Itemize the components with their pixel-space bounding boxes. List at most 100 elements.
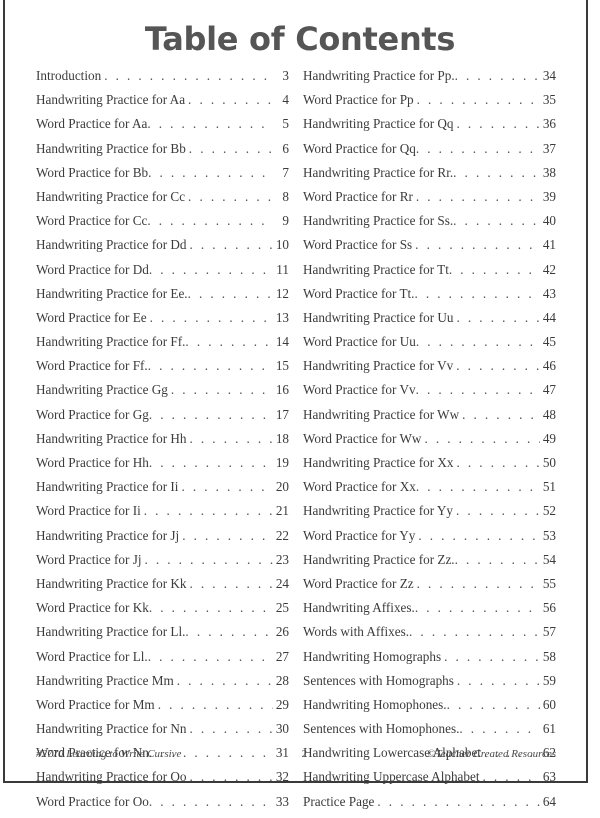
toc-entry[interactable]: Word Practice for Xx. . . . . . . . . . … (303, 479, 556, 503)
toc-entry-page-number: 26 (275, 624, 289, 640)
toc-entry[interactable]: Word Practice for Rr. . . . . . . . . . … (303, 189, 556, 213)
toc-entry-dot-leader: . . . . . . . . . . . . . . (446, 696, 540, 712)
toc-entry-page-number: 56 (542, 600, 556, 616)
toc-entry-title: Words with Affixes. (303, 624, 410, 640)
toc-entry-dot-leader: . . . . . . . . . . . . . . . . . . . . (147, 116, 273, 132)
toc-entry[interactable]: Word Practice for Ww. . . . . . . . . . … (303, 431, 556, 455)
toc-entry[interactable]: Handwriting Homographs. . . . . . . . . … (303, 649, 556, 673)
toc-entry-title: Handwriting Uppercase Alphabet (303, 769, 480, 785)
toc-entry[interactable]: Words with Affixes.. . . . . . . . . . .… (303, 624, 556, 648)
toc-entry[interactable]: Handwriting Practice for Nn. . . . . . .… (36, 721, 289, 745)
toc-entry[interactable]: Word Practice for Hh. . . . . . . . . . … (36, 455, 289, 479)
toc-entry-dot-leader: . . . . . . . . . . . . . (189, 769, 273, 785)
toc-entry[interactable]: Handwriting Practice for Rr.. . . . . . … (303, 165, 556, 189)
toc-entry[interactable]: Handwriting Affixes.. . . . . . . . . . … (303, 600, 556, 624)
toc-entry-title: Word Practice for Dd (36, 261, 149, 277)
toc-entry-page-number: 48 (542, 406, 556, 422)
toc-entry[interactable]: Handwriting Practice for Cc. . . . . . .… (36, 189, 289, 213)
toc-entry-dot-leader: . . . . . . . . . . . . . . . (181, 479, 273, 495)
toc-entry[interactable]: Handwriting Practice for Ii. . . . . . .… (36, 479, 289, 503)
toc-entry[interactable]: Sentences with Homophones.. . . . . . . … (303, 721, 556, 745)
toc-entry[interactable]: Word Practice for Pp. . . . . . . . . . … (303, 92, 556, 116)
toc-entry[interactable]: Word Practice for Yy. . . . . . . . . . … (303, 528, 556, 552)
toc-entry[interactable]: Handwriting Practice for Uu. . . . . . .… (303, 310, 556, 334)
toc-entry[interactable]: Handwriting Practice for Dd. . . . . . .… (36, 237, 289, 261)
toc-entry[interactable]: Handwriting Practice Gg. . . . . . . . .… (36, 382, 289, 406)
toc-entry[interactable]: Word Practice for Bb. . . . . . . . . . … (36, 165, 289, 189)
toc-entry[interactable]: Handwriting Practice for Tt. . . . . . .… (303, 262, 556, 286)
toc-entry[interactable]: Handwriting Homophones.. . . . . . . . .… (303, 697, 556, 721)
toc-entry[interactable]: Word Practice for Gg. . . . . . . . . . … (36, 407, 289, 431)
toc-entry[interactable]: Handwriting Practice for Bb. . . . . . .… (36, 141, 289, 165)
toc-entry[interactable]: Handwriting Uppercase Alphabet. . . . . … (303, 769, 556, 793)
toc-entry[interactable]: Word Practice for Vv. . . . . . . . . . … (303, 382, 556, 406)
toc-entry[interactable]: Word Practice for Uu. . . . . . . . . . … (303, 334, 556, 358)
toc-entry-page-number: 44 (542, 309, 556, 325)
toc-entry[interactable]: Word Practice for Jj. . . . . . . . . . … (36, 552, 289, 576)
toc-entry-title: Handwriting Practice for Aa (36, 92, 186, 108)
toc-entry[interactable]: Sentences with Homographs. . . . . . . .… (303, 673, 556, 697)
toc-entry[interactable]: Handwriting Practice for Jj. . . . . . .… (36, 528, 289, 552)
toc-entry-dot-leader: . . . . . . . . . . . . (462, 406, 540, 422)
toc-entry[interactable]: Word Practice for Ll.. . . . . . . . . .… (36, 649, 289, 673)
toc-entry[interactable]: Handwriting Practice for Aa. . . . . . .… (36, 92, 289, 116)
page-canvas: Table of Contents Introduction. . . . . … (0, 0, 600, 809)
toc-entry-page-number: 52 (542, 503, 556, 519)
toc-entry-title: Sentences with Homophones. (303, 721, 460, 737)
toc-entry-dot-leader: . . . . . . . . . . . . . . . . . . (424, 430, 540, 446)
toc-entry[interactable]: Word Practice for Ee. . . . . . . . . . … (36, 310, 289, 334)
toc-entry-dot-leader: . . . . . . . . . . . . . . (454, 68, 540, 83)
toc-entry[interactable]: Handwriting Practice for Qq. . . . . . .… (303, 116, 556, 140)
toc-entry-title: Handwriting Practice for Dd (36, 237, 187, 253)
toc-entry-page-number: 53 (542, 527, 556, 543)
toc-entry-page-number: 60 (542, 696, 556, 712)
toc-entry-page-number: 58 (542, 648, 556, 664)
toc-entry[interactable]: Word Practice for Ff.. . . . . . . . . .… (36, 358, 289, 382)
toc-entry[interactable]: Handwriting Practice for Hh. . . . . . .… (36, 431, 289, 455)
toc-entry[interactable]: Handwriting Practice for Ll.. . . . . . … (36, 624, 289, 648)
toc-entry[interactable]: Handwriting Practice for Kk. . . . . . .… (36, 576, 289, 600)
toc-entry[interactable]: Handwriting Practice for Pp.. . . . . . … (303, 68, 556, 92)
toc-entry-dot-leader: . . . . . . . . . . . . (459, 721, 540, 737)
toc-entry[interactable]: Word Practice for Ii. . . . . . . . . . … (36, 503, 289, 527)
toc-entry-page-number: 59 (542, 672, 556, 688)
toc-entry[interactable]: Handwriting Practice for Ss.. . . . . . … (303, 213, 556, 237)
toc-entry[interactable]: Handwriting Practice Mm. . . . . . . . .… (36, 673, 289, 697)
toc-entry-title: Word Practice for Vv (303, 382, 416, 398)
toc-entry-title: Handwriting Practice for Oo (36, 769, 187, 785)
toc-entry-dot-leader: . . . . . . . . . . . . . . (188, 140, 273, 156)
toc-entry[interactable]: Word Practice for Tt.. . . . . . . . . .… (303, 286, 556, 310)
footer-book-reference: #2770 Learning to Write Cursive (36, 748, 182, 760)
toc-entry[interactable]: Introduction. . . . . . . . . . . . . . … (36, 68, 289, 92)
toc-entry-dot-leader: . . . . . . . . . . . . . . . . . . . (147, 648, 273, 664)
toc-entry-dot-leader: . . . . . . . . . . . . . . (182, 527, 273, 543)
toc-entry[interactable]: Word Practice for Qq. . . . . . . . . . … (303, 141, 556, 165)
toc-entry[interactable]: Handwriting Practice for Ff.. . . . . . … (36, 334, 289, 358)
toc-entry-page-number: 35 (542, 92, 556, 108)
page-border-right (586, 0, 588, 783)
toc-entry-dot-leader: . . . . . . . . . . . . . . . . . . . (415, 140, 540, 156)
toc-entry-dot-leader: . . . . . . . . . . . . . (454, 551, 540, 567)
toc-entry[interactable]: Word Practice for Cc. . . . . . . . . . … (36, 213, 289, 237)
toc-entry[interactable]: Handwriting Practice for Oo. . . . . . .… (36, 769, 289, 793)
toc-entry-dot-leader: . . . . . . . . . . . . . . (453, 164, 540, 180)
toc-entry-page-number: 21 (275, 503, 289, 519)
toc-entry[interactable]: Handwriting Practice for Ww. . . . . . .… (303, 407, 556, 431)
toc-entry-title: Word Practice for Bb (36, 164, 149, 180)
toc-entry[interactable]: Handwriting Practice for Vv. . . . . . .… (303, 358, 556, 382)
toc-entry[interactable]: Word Practice for Ss. . . . . . . . . . … (303, 237, 556, 261)
toc-entry[interactable]: Word Practice for Dd. . . . . . . . . . … (36, 262, 289, 286)
toc-entry[interactable]: Handwriting Practice for Zz.. . . . . . … (303, 552, 556, 576)
toc-entry[interactable]: Handwriting Practice for Xx. . . . . . .… (303, 455, 556, 479)
toc-entry[interactable]: Word Practice for Mm. . . . . . . . . . … (36, 697, 289, 721)
toc-entry[interactable]: Word Practice for Kk. . . . . . . . . . … (36, 600, 289, 624)
toc-right-column: Handwriting Practice for Pp.. . . . . . … (303, 68, 556, 818)
toc-entry[interactable]: Handwriting Practice for Yy. . . . . . .… (303, 503, 556, 527)
toc-entry[interactable]: Handwriting Practice for Ee.. . . . . . … (36, 286, 289, 310)
toc-entry-dot-leader: . . . . . . . . . . . . . (187, 285, 273, 301)
toc-entry-dot-leader: . . . . . . . . . . . . . . . . . . . (415, 382, 540, 398)
toc-entry[interactable]: Word Practice for Zz. . . . . . . . . . … (303, 576, 556, 600)
toc-entry[interactable]: Word Practice for Aa. . . . . . . . . . … (36, 116, 289, 140)
toc-entry[interactable]: Word Practice for Oo. . . . . . . . . . … (36, 794, 289, 818)
toc-entry[interactable]: Practice Page. . . . . . . . . . . . . .… (303, 794, 556, 818)
